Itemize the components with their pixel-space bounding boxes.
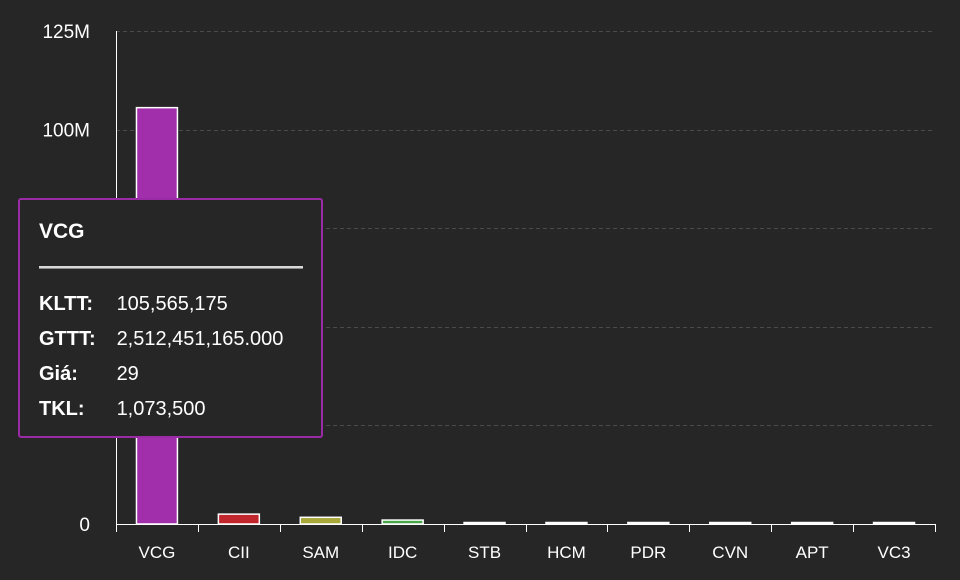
bar-vc3 [872, 521, 916, 525]
tooltip-value: 2,512,451,165.000 [116, 328, 284, 350]
x-tick-label: VC3 [878, 543, 911, 562]
bar-sam [299, 516, 342, 525]
x-tick-label: IDC [388, 543, 417, 562]
tooltip-row-kltt: KLTT: 105,565,175 [39, 287, 303, 322]
x-tick-label: PDR [630, 543, 666, 562]
bar-cvn [709, 521, 752, 525]
tooltip-row-gttt: GTTT: 2,512,451,165.000 [39, 322, 303, 357]
tooltip-label: TKL: [39, 398, 85, 420]
bar-hcm [545, 521, 588, 525]
x-tick-label: CII [228, 543, 250, 562]
tooltip-label: KLTT: [39, 293, 94, 315]
y-tick-label: 100M [42, 121, 90, 142]
bar-pdr [627, 521, 670, 525]
tooltip-value: 105,565,175 [116, 293, 228, 315]
x-tick-label: SAM [302, 543, 339, 562]
tooltip-divider [39, 266, 303, 269]
tooltip-label: GTTT: [39, 328, 96, 350]
x-tick-label: STB [468, 543, 501, 562]
x-tick-label: HCM [547, 543, 586, 562]
tooltip-label: Giá: [39, 363, 78, 385]
tooltip-value: 29 [116, 363, 139, 385]
x-tick-label: APT [796, 543, 829, 562]
tooltip-row-tkl: TKL: 1,073,500 [39, 392, 303, 427]
y-tick-label: 125M [42, 22, 90, 43]
tooltip: VCG KLTT: 105,565,175 GTTT: 2,512,451,16… [18, 198, 323, 438]
bar-idc [381, 519, 424, 525]
chart-container: VCG CII SAM IDC STB HCM PDR CVN APT VC3 0 100M 125M … [0, 0, 960, 580]
y-tick-label: 0 [79, 515, 90, 536]
bar-cii [217, 513, 261, 525]
x-tick-label: VCG [139, 543, 176, 562]
tooltip-row-gia: Giá: 29 [39, 357, 303, 392]
tooltip-rows: KLTT: 105,565,175 GTTT: 2,512,451,165.00… [39, 287, 303, 427]
x-tick-label: CVN [712, 543, 748, 562]
tooltip-value: 1,073,500 [116, 398, 206, 420]
bar-apt [790, 521, 834, 525]
bar-stb [463, 521, 506, 525]
tooltip-title: VCG [39, 220, 85, 243]
